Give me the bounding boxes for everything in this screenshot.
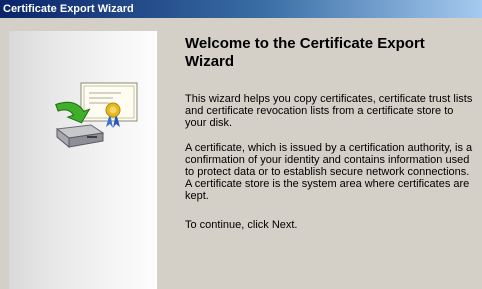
title-bar[interactable]: Certificate Export Wizard: [0, 0, 482, 18]
wizard-side-panel: [9, 31, 157, 289]
certificate-description-paragraph: A certificate, which is issued by a cert…: [185, 142, 473, 202]
wizard-body: Welcome to the Certificate Export Wizard…: [0, 20, 482, 289]
intro-paragraph: This wizard helps you copy certificates,…: [185, 93, 473, 129]
page-title: Welcome to the Certificate Export Wizard: [185, 35, 425, 70]
window-title: Certificate Export Wizard: [3, 3, 134, 15]
certificate-export-icon: [55, 82, 138, 149]
continue-instruction: To continue, click Next.: [185, 219, 298, 231]
certificate-export-wizard-window: Certificate Export Wizard Welcome to the…: [0, 0, 482, 289]
